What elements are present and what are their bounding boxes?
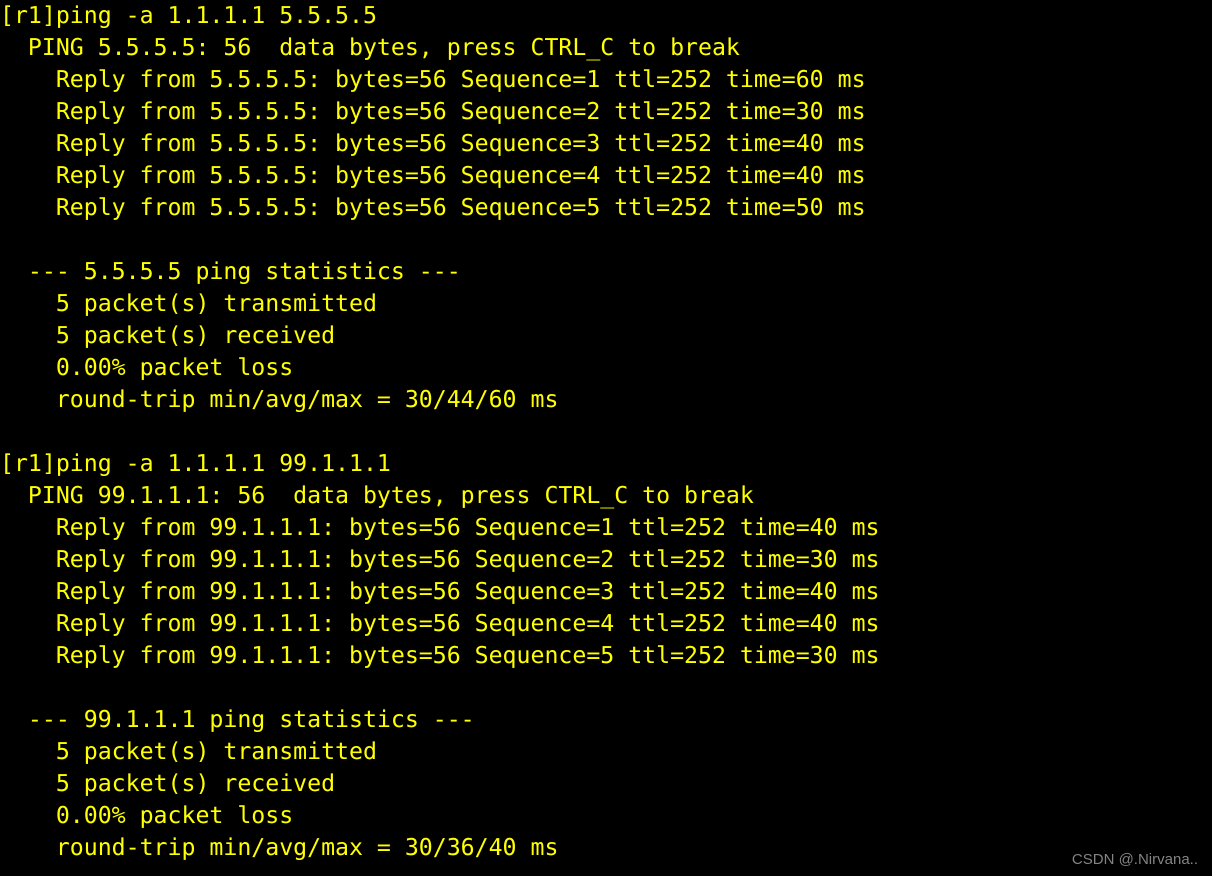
terminal-line: Reply from 5.5.5.5: bytes=56 Sequence=3 …: [0, 130, 866, 157]
terminal-line: Reply from 99.1.1.1: bytes=56 Sequence=4…: [0, 610, 880, 637]
terminal-output[interactable]: [r1]ping -a 1.1.1.1 5.5.5.5 PING 5.5.5.5…: [0, 0, 879, 864]
terminal-line: round-trip min/avg/max = 30/36/40 ms: [0, 834, 559, 861]
terminal-line: Reply from 5.5.5.5: bytes=56 Sequence=2 …: [0, 98, 866, 125]
terminal-line: [r1]ping -a 1.1.1.1 99.1.1.1: [0, 450, 391, 477]
terminal-line: 5 packet(s) received: [0, 322, 336, 349]
terminal-line: 0.00% packet loss: [0, 802, 294, 829]
terminal-line: 5 packet(s) transmitted: [0, 290, 377, 317]
terminal-line: PING 99.1.1.1: 56 data bytes, press CTRL…: [0, 482, 754, 509]
terminal-line: Reply from 99.1.1.1: bytes=56 Sequence=1…: [0, 514, 880, 541]
terminal-line: Reply from 99.1.1.1: bytes=56 Sequence=2…: [0, 546, 880, 573]
terminal-line: 5 packet(s) received: [0, 770, 336, 797]
terminal-line: Reply from 99.1.1.1: bytes=56 Sequence=3…: [0, 578, 880, 605]
terminal-line: PING 5.5.5.5: 56 data bytes, press CTRL_…: [0, 34, 740, 61]
terminal-line: Reply from 5.5.5.5: bytes=56 Sequence=1 …: [0, 66, 866, 93]
terminal-line: [r1]ping -a 1.1.1.1 5.5.5.5: [0, 2, 377, 29]
terminal-line: Reply from 5.5.5.5: bytes=56 Sequence=5 …: [0, 194, 866, 221]
terminal-line: --- 99.1.1.1 ping statistics ---: [0, 706, 475, 733]
terminal-line: Reply from 99.1.1.1: bytes=56 Sequence=5…: [0, 642, 880, 669]
terminal-line: --- 5.5.5.5 ping statistics ---: [0, 258, 461, 285]
terminal-line: 5 packet(s) transmitted: [0, 738, 377, 765]
terminal-line: Reply from 5.5.5.5: bytes=56 Sequence=4 …: [0, 162, 866, 189]
csdn-watermark: CSDN @.Nirvana..: [1071, 851, 1198, 868]
terminal-line: round-trip min/avg/max = 30/44/60 ms: [0, 386, 559, 413]
terminal-window[interactable]: [r1]ping -a 1.1.1.1 5.5.5.5 PING 5.5.5.5…: [0, 0, 1212, 876]
terminal-line: 0.00% packet loss: [0, 354, 294, 381]
